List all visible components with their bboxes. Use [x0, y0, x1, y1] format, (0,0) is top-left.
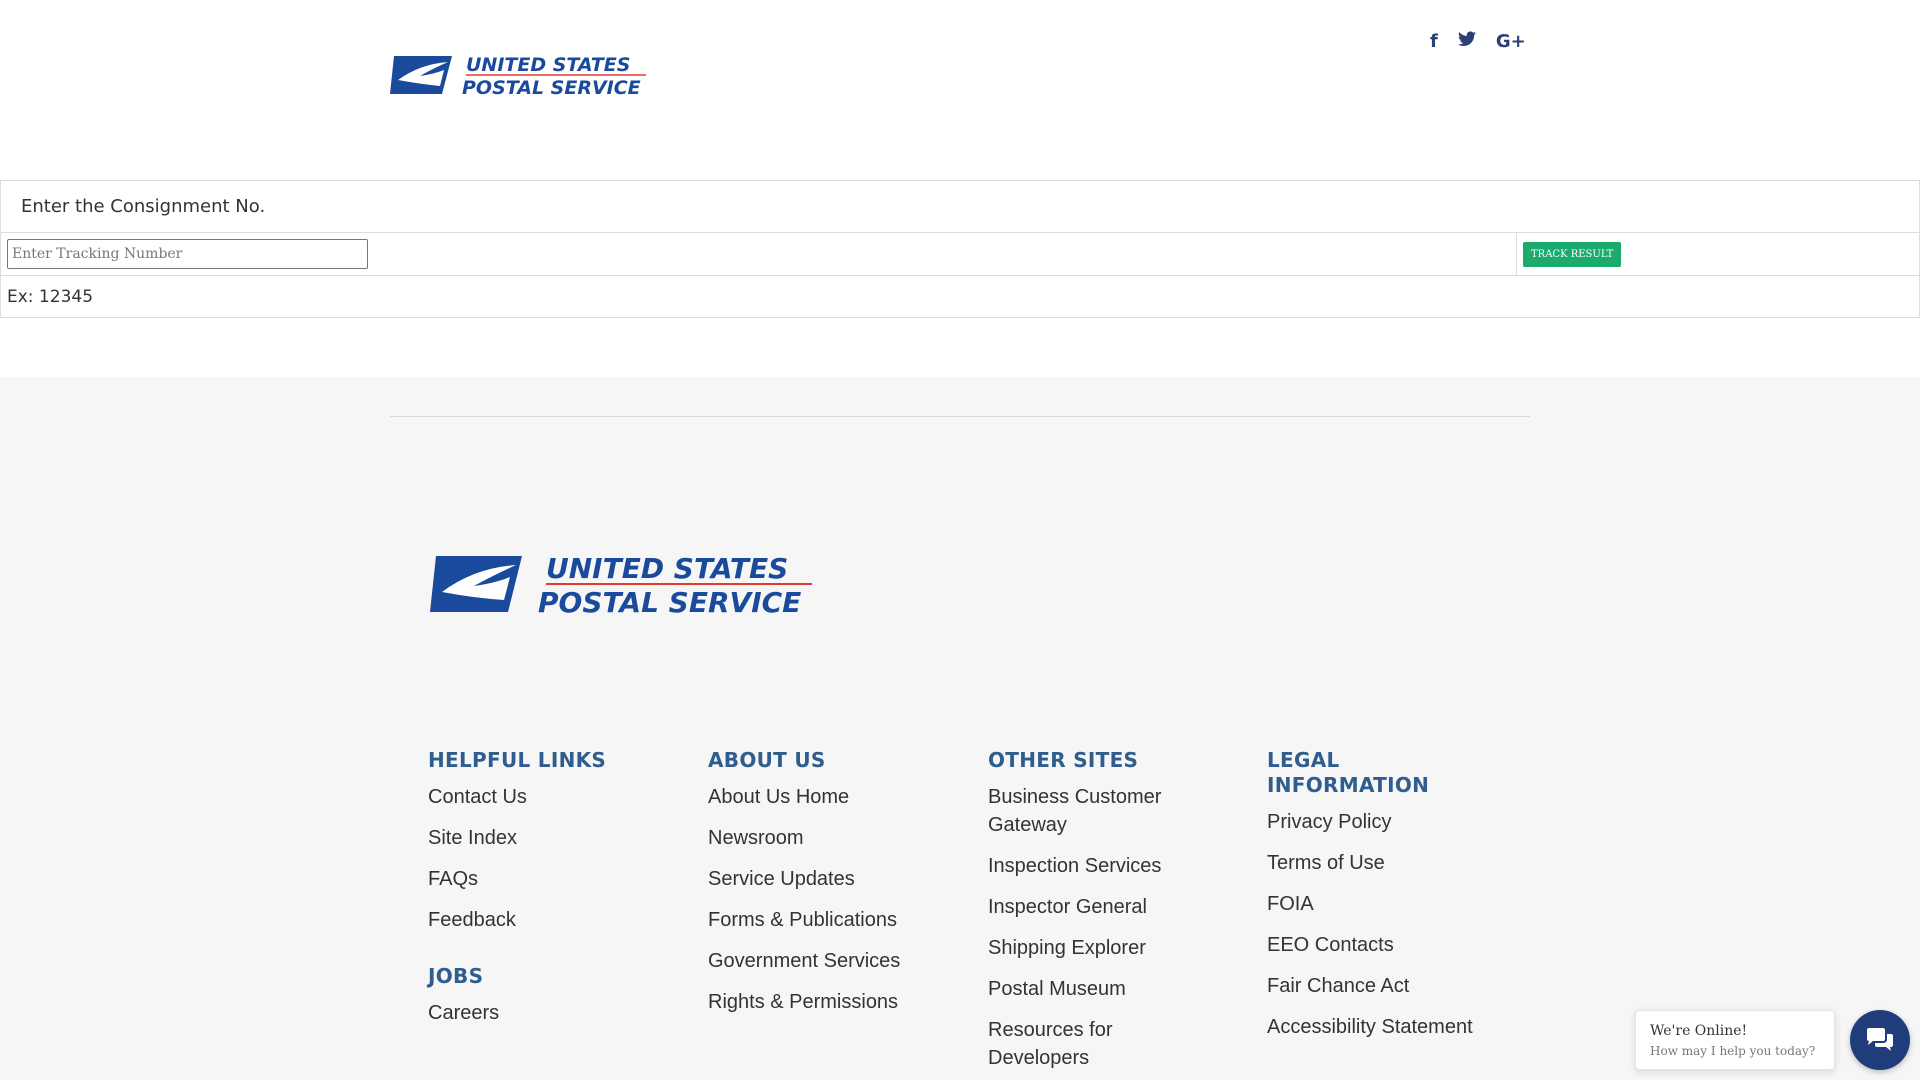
footer-divider [390, 416, 1530, 417]
footer-link[interactable]: EEO Contacts [1267, 931, 1394, 959]
footer-link[interactable]: Fair Chance Act [1267, 972, 1409, 1000]
footer-link[interactable]: Service Updates [708, 865, 855, 893]
footer-link[interactable]: Government Services [708, 947, 900, 975]
footer-heading: OTHER SITES [988, 748, 1139, 772]
usps-footer-logo[interactable]: UNITED STATES POSTAL SERVICE [430, 548, 816, 618]
chat-subtitle: How may I help you today? [1650, 1044, 1816, 1058]
footer-link[interactable]: FOIA [1267, 890, 1314, 918]
footer-col-helpful-links: HELPFUL LINKS Contact Us Site Index FAQs… [428, 748, 668, 1040]
footer-link[interactable]: About Us Home [708, 783, 849, 811]
google-plus-icon[interactable]: G+ [1496, 31, 1526, 52]
chat-icon [1867, 1028, 1893, 1051]
footer-heading-jobs: JOBS [428, 964, 484, 988]
usps-logo[interactable]: UNITED STATES POSTAL SERVICE [390, 50, 650, 98]
track-result-button[interactable]: TRACK RESULT [1523, 241, 1622, 267]
footer-link[interactable]: FAQs [428, 865, 478, 893]
svg-text:POSTAL SERVICE: POSTAL SERVICE [462, 77, 641, 98]
footer-link[interactable]: Business Customer Gateway [988, 783, 1188, 839]
footer-link[interactable]: Forms & Publications [708, 906, 897, 934]
footer-link[interactable]: Shipping Explorer [988, 934, 1146, 962]
site-footer: UNITED STATES POSTAL SERVICE HELPFUL LIN… [0, 377, 1920, 1080]
svg-text:UNITED STATES: UNITED STATES [546, 552, 788, 585]
footer-link[interactable]: Rights & Permissions [708, 988, 898, 1016]
footer-col-other-sites: OTHER SITES Business Customer Gateway In… [988, 748, 1188, 1080]
footer-heading: LEGAL INFORMATION [1267, 748, 1430, 797]
footer-link[interactable]: Site Index [428, 824, 517, 852]
footer-link[interactable]: Careers [428, 999, 499, 1027]
tracking-number-input[interactable] [7, 239, 368, 269]
footer-link[interactable]: Resources for Developers [988, 1016, 1188, 1072]
footer-link[interactable]: Terms of Use [1267, 849, 1385, 877]
footer-link[interactable]: Privacy Policy [1267, 808, 1391, 836]
chat-open-button[interactable] [1850, 1010, 1910, 1070]
footer-link[interactable]: Accessibility Statement [1267, 1013, 1473, 1041]
footer-heading: ABOUT US [708, 748, 826, 772]
footer-link[interactable]: Newsroom [708, 824, 804, 852]
footer-link[interactable]: Inspector General [988, 893, 1147, 921]
footer-link[interactable]: Contact Us [428, 783, 527, 811]
footer-col-about-us: ABOUT US About Us Home Newsroom Service … [708, 748, 948, 1029]
twitter-icon[interactable] [1457, 31, 1476, 52]
svg-text:POSTAL SERVICE: POSTAL SERVICE [538, 586, 801, 618]
footer-link[interactable]: Postal Museum [988, 975, 1126, 1003]
site-header: UNITED STATES POSTAL SERVICE f G+ [0, 0, 1920, 181]
tracking-form: Enter the Consignment No. TRACK RESULT E… [0, 180, 1920, 318]
footer-col-legal-information: LEGAL INFORMATION Privacy Policy Terms o… [1267, 748, 1507, 1054]
facebook-icon[interactable]: f [1430, 31, 1438, 52]
chat-title: We're Online! [1650, 1023, 1748, 1039]
footer-link[interactable]: Inspection Services [988, 852, 1161, 880]
footer-link[interactable]: Feedback [428, 906, 516, 934]
tracking-title: Enter the Consignment No. [0, 180, 1920, 233]
chat-greeting[interactable]: We're Online! How may I help you today? [1635, 1010, 1835, 1070]
svg-text:UNITED STATES: UNITED STATES [466, 54, 630, 76]
social-links: f G+ [1430, 31, 1526, 52]
footer-heading: HELPFUL LINKS [428, 748, 607, 772]
tracking-example: Ex: 12345 [0, 275, 1920, 318]
